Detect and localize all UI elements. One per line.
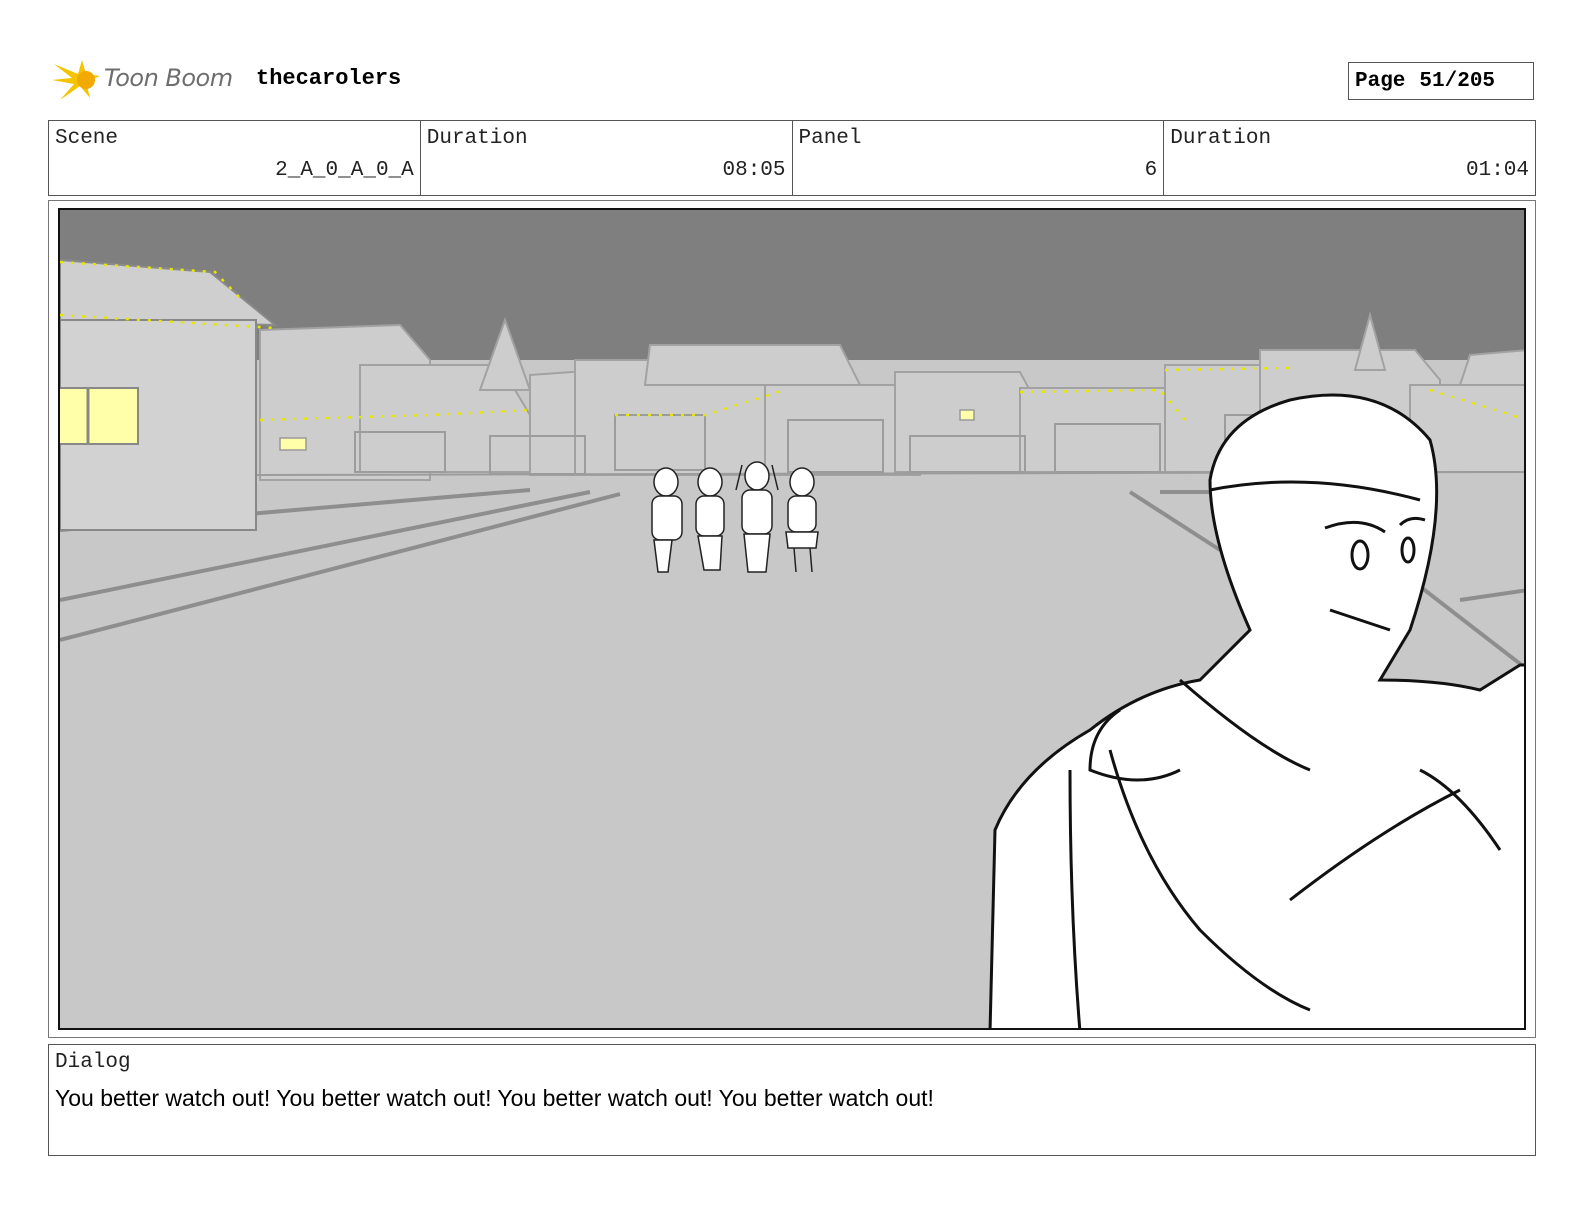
storyboard-header: Toon Boom thecarolers Page 51/205	[52, 56, 1534, 106]
toon-boom-logo: Toon Boom	[52, 56, 242, 106]
project-title: thecarolers	[256, 66, 402, 91]
page-label: Page	[1355, 69, 1406, 93]
panel-duration-cell: Duration 01:04	[1163, 121, 1535, 195]
scene-value: 2_A_0_A_0_A	[275, 159, 414, 182]
dialog-box: Dialog You better watch out! You better …	[48, 1044, 1536, 1156]
storyboard-sketch	[60, 210, 1524, 1028]
panel-cell: Panel 6	[791, 121, 1164, 195]
dialog-text: You better watch out! You better watch o…	[55, 1085, 934, 1111]
panel-label: Panel	[798, 127, 862, 150]
page-value: 51/205	[1419, 69, 1496, 93]
dialog-label: Dialog	[55, 1051, 131, 1074]
toon-boom-star-icon	[52, 60, 100, 100]
scene-duration-cell: Duration 08:05	[419, 121, 792, 195]
logo-text: Toon Boom	[104, 64, 233, 92]
panel-drawing	[58, 208, 1526, 1030]
scene-info-table: Scene 2_A_0_A_0_A Duration 08:05 Panel 6…	[48, 120, 1536, 196]
panel-duration-label: Duration	[1170, 127, 1272, 150]
scene-cell: Scene 2_A_0_A_0_A	[49, 121, 420, 195]
panel-value: 6	[1144, 159, 1158, 182]
scene-label: Scene	[55, 127, 119, 150]
panel-duration-value: 01:04	[1465, 159, 1529, 182]
scene-duration-value: 08:05	[722, 159, 786, 182]
scene-duration-label: Duration	[426, 127, 528, 150]
page-counter: Page 51/205	[1348, 62, 1534, 100]
